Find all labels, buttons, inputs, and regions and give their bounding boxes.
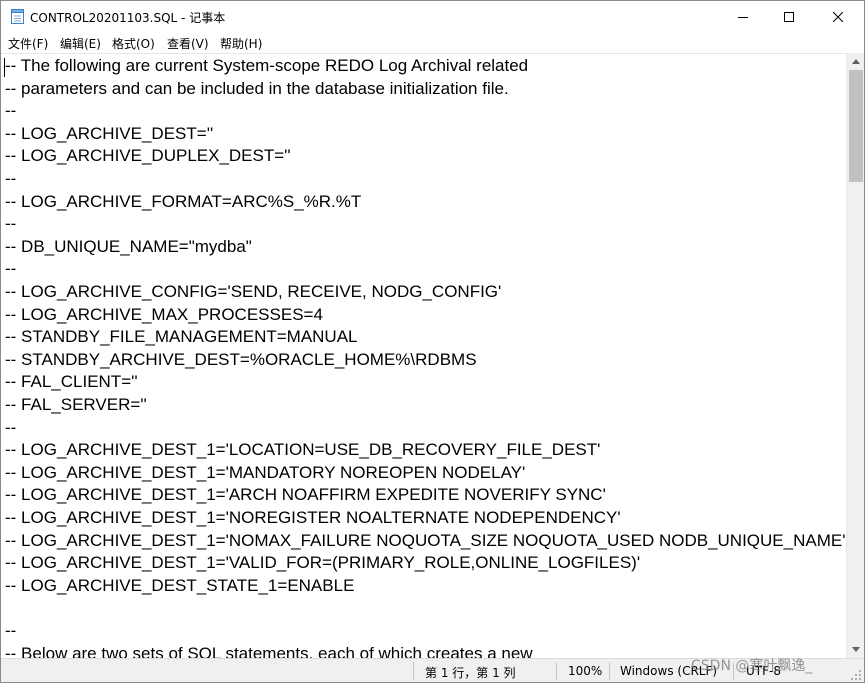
text-line: -- parameters and can be included in the… [5,79,509,98]
minimize-icon [738,16,748,18]
text-line: -- LOG_ARCHIVE_DEST_1='NOMAX_FAILURE NOQ… [5,531,846,550]
text-line: -- [5,101,17,120]
text-line: -- LOG_ARCHIVE_DEST_STATE_1=ENABLE [5,576,355,595]
status-divider [609,662,610,680]
text-line: -- LOG_ARCHIVE_FORMAT=ARC%S_%R.%T [5,192,362,211]
menu-file[interactable]: 文件(F) [8,35,48,52]
text-line: -- [5,418,17,437]
title-bar[interactable]: CONTROL20201103.SQL - 记事本 [1,1,864,32]
text-line: -- [5,621,17,640]
watermark-text: CSDN @寒叶飘逸_ [691,658,813,674]
text-line: -- The following are current System-scop… [5,56,529,75]
maximize-icon [784,11,794,22]
notepad-app-icon [11,9,24,24]
menu-format[interactable]: 格式(O) [112,35,155,52]
vertical-scrollbar[interactable] [846,53,864,658]
text-line: -- STANDBY_ARCHIVE_DEST=%ORACLE_HOME%\RD… [5,350,477,369]
notepad-window: CONTROL20201103.SQL - 记事本 文件(F) 编辑(E) 格式… [0,0,865,683]
close-button[interactable] [815,1,861,32]
window-title: CONTROL20201103.SQL - 记事本 [30,11,226,25]
cursor-position: 第 1 行，第 1 列 [425,666,516,680]
scrollbar-thumb[interactable] [849,70,863,182]
text-line: -- FAL_CLIENT='' [5,372,138,391]
text-line: -- LOG_ARCHIVE_DEST_1='ARCH NOAFFIRM EXP… [5,485,606,504]
menu-edit[interactable]: 编辑(E) [60,35,101,52]
scroll-down-button[interactable] [847,641,864,658]
zoom-level: 100% [568,664,603,678]
resize-grip-icon[interactable] [850,669,862,681]
status-divider [556,662,557,680]
text-line: -- LOG_ARCHIVE_DEST_1='MANDATORY NOREOPE… [5,463,526,482]
text-line: -- LOG_ARCHIVE_MAX_PROCESSES=4 [5,305,323,324]
close-icon [833,11,843,22]
minimize-button[interactable] [720,1,766,32]
text-line: -- LOG_ARCHIVE_DUPLEX_DEST='' [5,146,291,165]
text-line: -- Below are two sets of SQL statements,… [5,644,533,659]
text-line: -- [5,214,17,233]
text-line: -- LOG_ARCHIVE_CONFIG='SEND, RECEIVE, NO… [5,282,502,301]
scroll-up-button[interactable] [847,53,864,70]
menu-bar: 文件(F) 编辑(E) 格式(O) 查看(V) 帮助(H) [1,32,864,53]
text-line: -- DB_UNIQUE_NAME="mydba" [5,237,252,256]
text-editor-area[interactable]: -- The following are current System-scop… [1,53,846,659]
text-line: -- FAL_SERVER='' [5,395,147,414]
status-divider [413,662,414,680]
text-line: -- [5,259,17,278]
chevron-up-icon [852,59,860,64]
text-line: -- LOG_ARCHIVE_DEST_1='VALID_FOR=(PRIMAR… [5,553,641,572]
menu-view[interactable]: 查看(V) [167,35,209,52]
text-line: -- STANDBY_FILE_MANAGEMENT=MANUAL [5,327,358,346]
text-line: -- LOG_ARCHIVE_DEST='' [5,124,214,143]
chevron-down-icon [852,647,860,652]
menu-help[interactable]: 帮助(H) [220,35,262,52]
maximize-button[interactable] [766,1,812,32]
text-line: -- LOG_ARCHIVE_DEST_1='LOCATION=USE_DB_R… [5,440,601,459]
text-line: -- [5,169,17,188]
text-line: -- LOG_ARCHIVE_DEST_1='NOREGISTER NOALTE… [5,508,621,527]
